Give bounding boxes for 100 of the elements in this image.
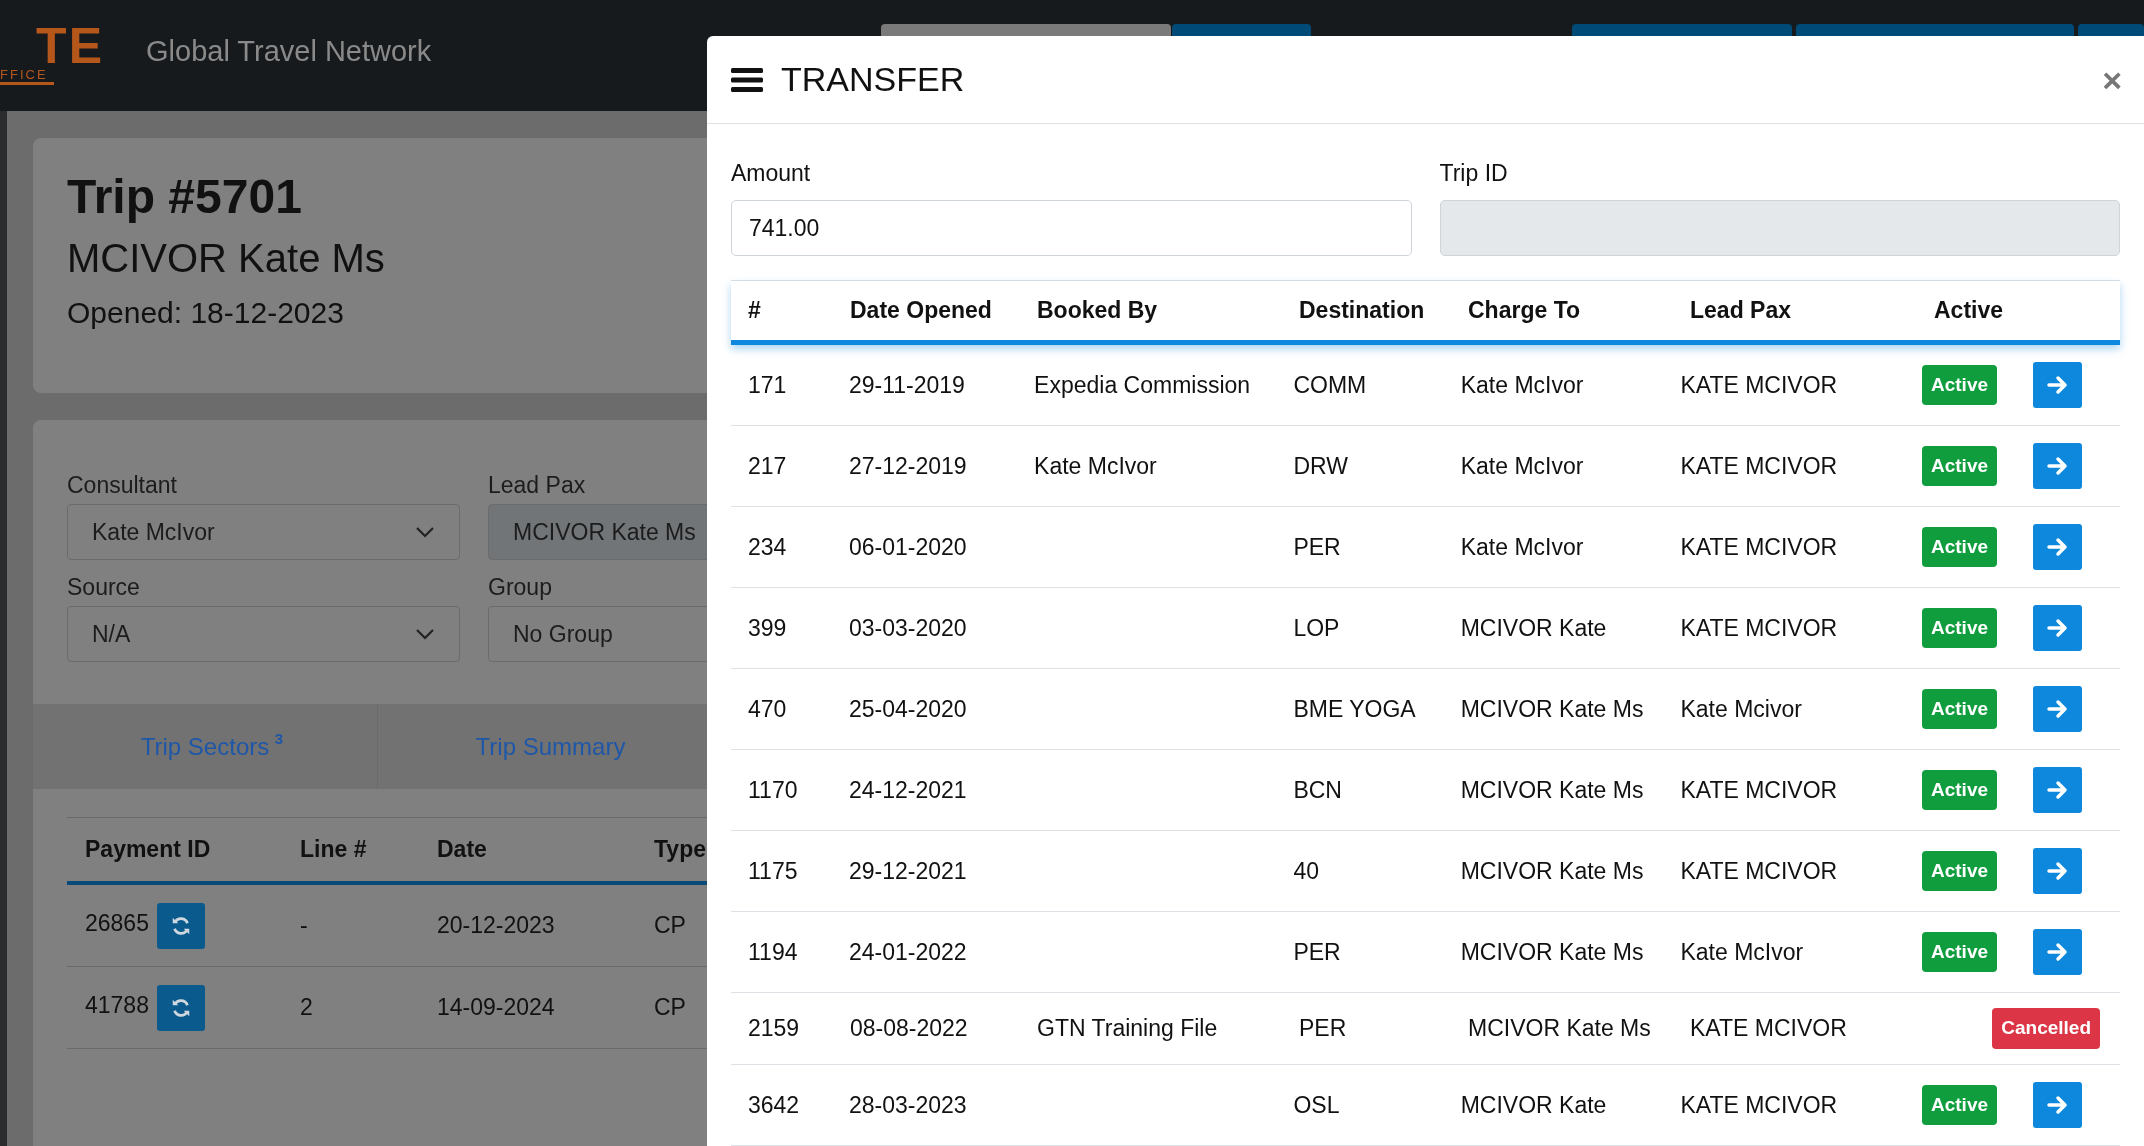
- table-cell: Kate McIvor: [1034, 452, 1157, 479]
- table-cell-text: Kate McIvor: [1460, 532, 1585, 562]
- transfer-button[interactable]: [2033, 929, 2082, 975]
- table-cell-text: BCN: [1293, 775, 1343, 805]
- table-cell-text: MCIVOR Kate: [1460, 1090, 1608, 1120]
- table-cell-text: 27-12-2019: [848, 451, 968, 481]
- table-cell-text: 1194: [748, 937, 799, 967]
- table-cell-text: 03-03-2020: [848, 613, 968, 643]
- table-cell-text: 41788: [85, 991, 149, 1021]
- input-field[interactable]: MCIVOR Kate Ms: [488, 504, 707, 560]
- table-cell-text: LOP: [1293, 613, 1341, 643]
- table-cell-text: 26865: [85, 909, 149, 939]
- input-field[interactable]: No Group: [488, 606, 707, 662]
- table-cell-text: 234: [748, 532, 788, 562]
- transfer-button[interactable]: [2033, 524, 2082, 570]
- table-cell-text: Kate McIvor: [1460, 370, 1585, 400]
- menu-icon[interactable]: [731, 66, 763, 93]
- chevron-down-icon: [415, 526, 435, 538]
- column-header: Payment ID: [85, 835, 212, 865]
- table-cell-text: 399: [748, 613, 788, 643]
- table-cell-text: MCIVOR Kate Ms: [1460, 937, 1645, 967]
- arrow-right-icon: [2046, 780, 2069, 800]
- table-cell-text: PER: [1293, 937, 1342, 967]
- refresh-button[interactable]: [156, 902, 205, 949]
- table-cell-text: -: [300, 911, 309, 941]
- table-cell-text: 171: [748, 370, 788, 400]
- column-header: Charge To: [1468, 296, 1582, 326]
- select-field[interactable]: Kate McIvor: [67, 504, 460, 560]
- transfer-button[interactable]: [2033, 443, 2082, 489]
- chevron-down-icon: [415, 628, 435, 640]
- table-cell-text: 217: [748, 451, 788, 481]
- table-cell-text: 3642: [748, 1090, 801, 1120]
- arrow-right-icon: [2046, 699, 2069, 719]
- table-cell-text: 20-12-2023: [437, 911, 556, 941]
- table-cell-text: MCIVOR Kate Ms: [1468, 1014, 1652, 1044]
- status-badge: Active: [1922, 769, 1997, 811]
- status-badge: Cancelled: [1992, 1008, 2100, 1049]
- table-cell-text: 29-12-2021: [848, 856, 968, 886]
- column-header: #: [748, 296, 762, 326]
- column-header: Date: [437, 835, 488, 865]
- transfer-button[interactable]: [2033, 605, 2082, 651]
- close-button[interactable]: ×: [2102, 62, 2122, 97]
- tab-count: 3: [274, 729, 283, 749]
- field-label: Lead Pax: [488, 471, 587, 500]
- dialog-title: TRANSFER: [781, 59, 966, 100]
- table-cell-text: KATE MCIVOR: [1680, 451, 1839, 481]
- table-cell-text: DRW: [1293, 451, 1349, 481]
- table-cell-text: 29-11-2019: [848, 370, 966, 400]
- status-badge: Active: [1922, 607, 1997, 649]
- arrow-right-icon: [2046, 618, 2069, 638]
- transfer-button[interactable]: [2033, 848, 2082, 894]
- logo-text: TE: [36, 24, 105, 68]
- table-cell-text: OSL: [1293, 1090, 1341, 1120]
- table-cell-text: MCIVOR Kate Ms: [1460, 856, 1645, 886]
- trip-opened-date: Opened: 18-12-2023: [67, 295, 345, 331]
- column-header: Active: [1934, 296, 2005, 326]
- table-cell-text: CP: [654, 911, 686, 941]
- site-title: Global Travel Network: [146, 34, 432, 69]
- arrow-right-icon: [2046, 456, 2069, 476]
- trip-title: Trip #5701: [67, 169, 303, 225]
- refresh-button[interactable]: [156, 984, 205, 1031]
- table-cell-text: 1175: [748, 856, 799, 886]
- table-cell-text: CP: [654, 993, 686, 1023]
- trip-passenger: MCIVOR Kate Ms: [67, 235, 386, 282]
- column-header: Destination: [1299, 296, 1426, 326]
- field-label: Source: [67, 573, 141, 602]
- status-badge: Active: [1922, 931, 1997, 973]
- table-cell: Expedia Commission: [1034, 371, 1251, 398]
- table-cell-text: Kate Mcivor: [1680, 694, 1803, 724]
- table-cell-text: KATE MCIVOR: [1680, 1090, 1839, 1120]
- transfer-button[interactable]: [2033, 1082, 2082, 1128]
- amount-field[interactable]: 741.00: [731, 200, 1412, 256]
- transfer-button[interactable]: [2033, 767, 2082, 813]
- field-label: Trip ID: [1439, 159, 1509, 188]
- table-cell-text: COMM: [1293, 370, 1368, 400]
- table-cell-text: 24-01-2022: [848, 937, 968, 967]
- status-badge: Active: [1922, 688, 1997, 730]
- transfer-button[interactable]: [2033, 362, 2082, 408]
- table-cell-text: Kate McIvor: [1680, 937, 1805, 967]
- field-label: Consultant: [67, 471, 178, 500]
- status-badge: Active: [1922, 1084, 1997, 1126]
- table-cell-text: KATE MCIVOR: [1680, 856, 1839, 886]
- arrow-right-icon: [2046, 942, 2069, 962]
- transfer-button[interactable]: [2033, 686, 2082, 732]
- table-cell-text: KATE MCIVOR: [1690, 1014, 1848, 1044]
- column-header: Lead Pax: [1690, 296, 1792, 326]
- arrow-right-icon: [2046, 1095, 2069, 1115]
- trip-id-field[interactable]: [1439, 200, 2120, 256]
- arrow-right-icon: [2046, 861, 2069, 881]
- table-cell-text: 14-09-2024: [437, 993, 556, 1023]
- table-cell-text: 2: [300, 993, 314, 1023]
- status-badge: Active: [1922, 850, 1997, 892]
- table-cell-text: 40: [1293, 856, 1320, 886]
- select-field[interactable]: N/A: [67, 606, 460, 662]
- table-cell-text: KATE MCIVOR: [1680, 532, 1839, 562]
- status-badge: Active: [1922, 445, 1997, 487]
- table-cell-text: 470: [748, 694, 788, 724]
- table-cell-text: 08-08-2022: [850, 1014, 969, 1044]
- field-label: Group: [488, 573, 553, 602]
- table-cell-text: PER: [1299, 1014, 1348, 1044]
